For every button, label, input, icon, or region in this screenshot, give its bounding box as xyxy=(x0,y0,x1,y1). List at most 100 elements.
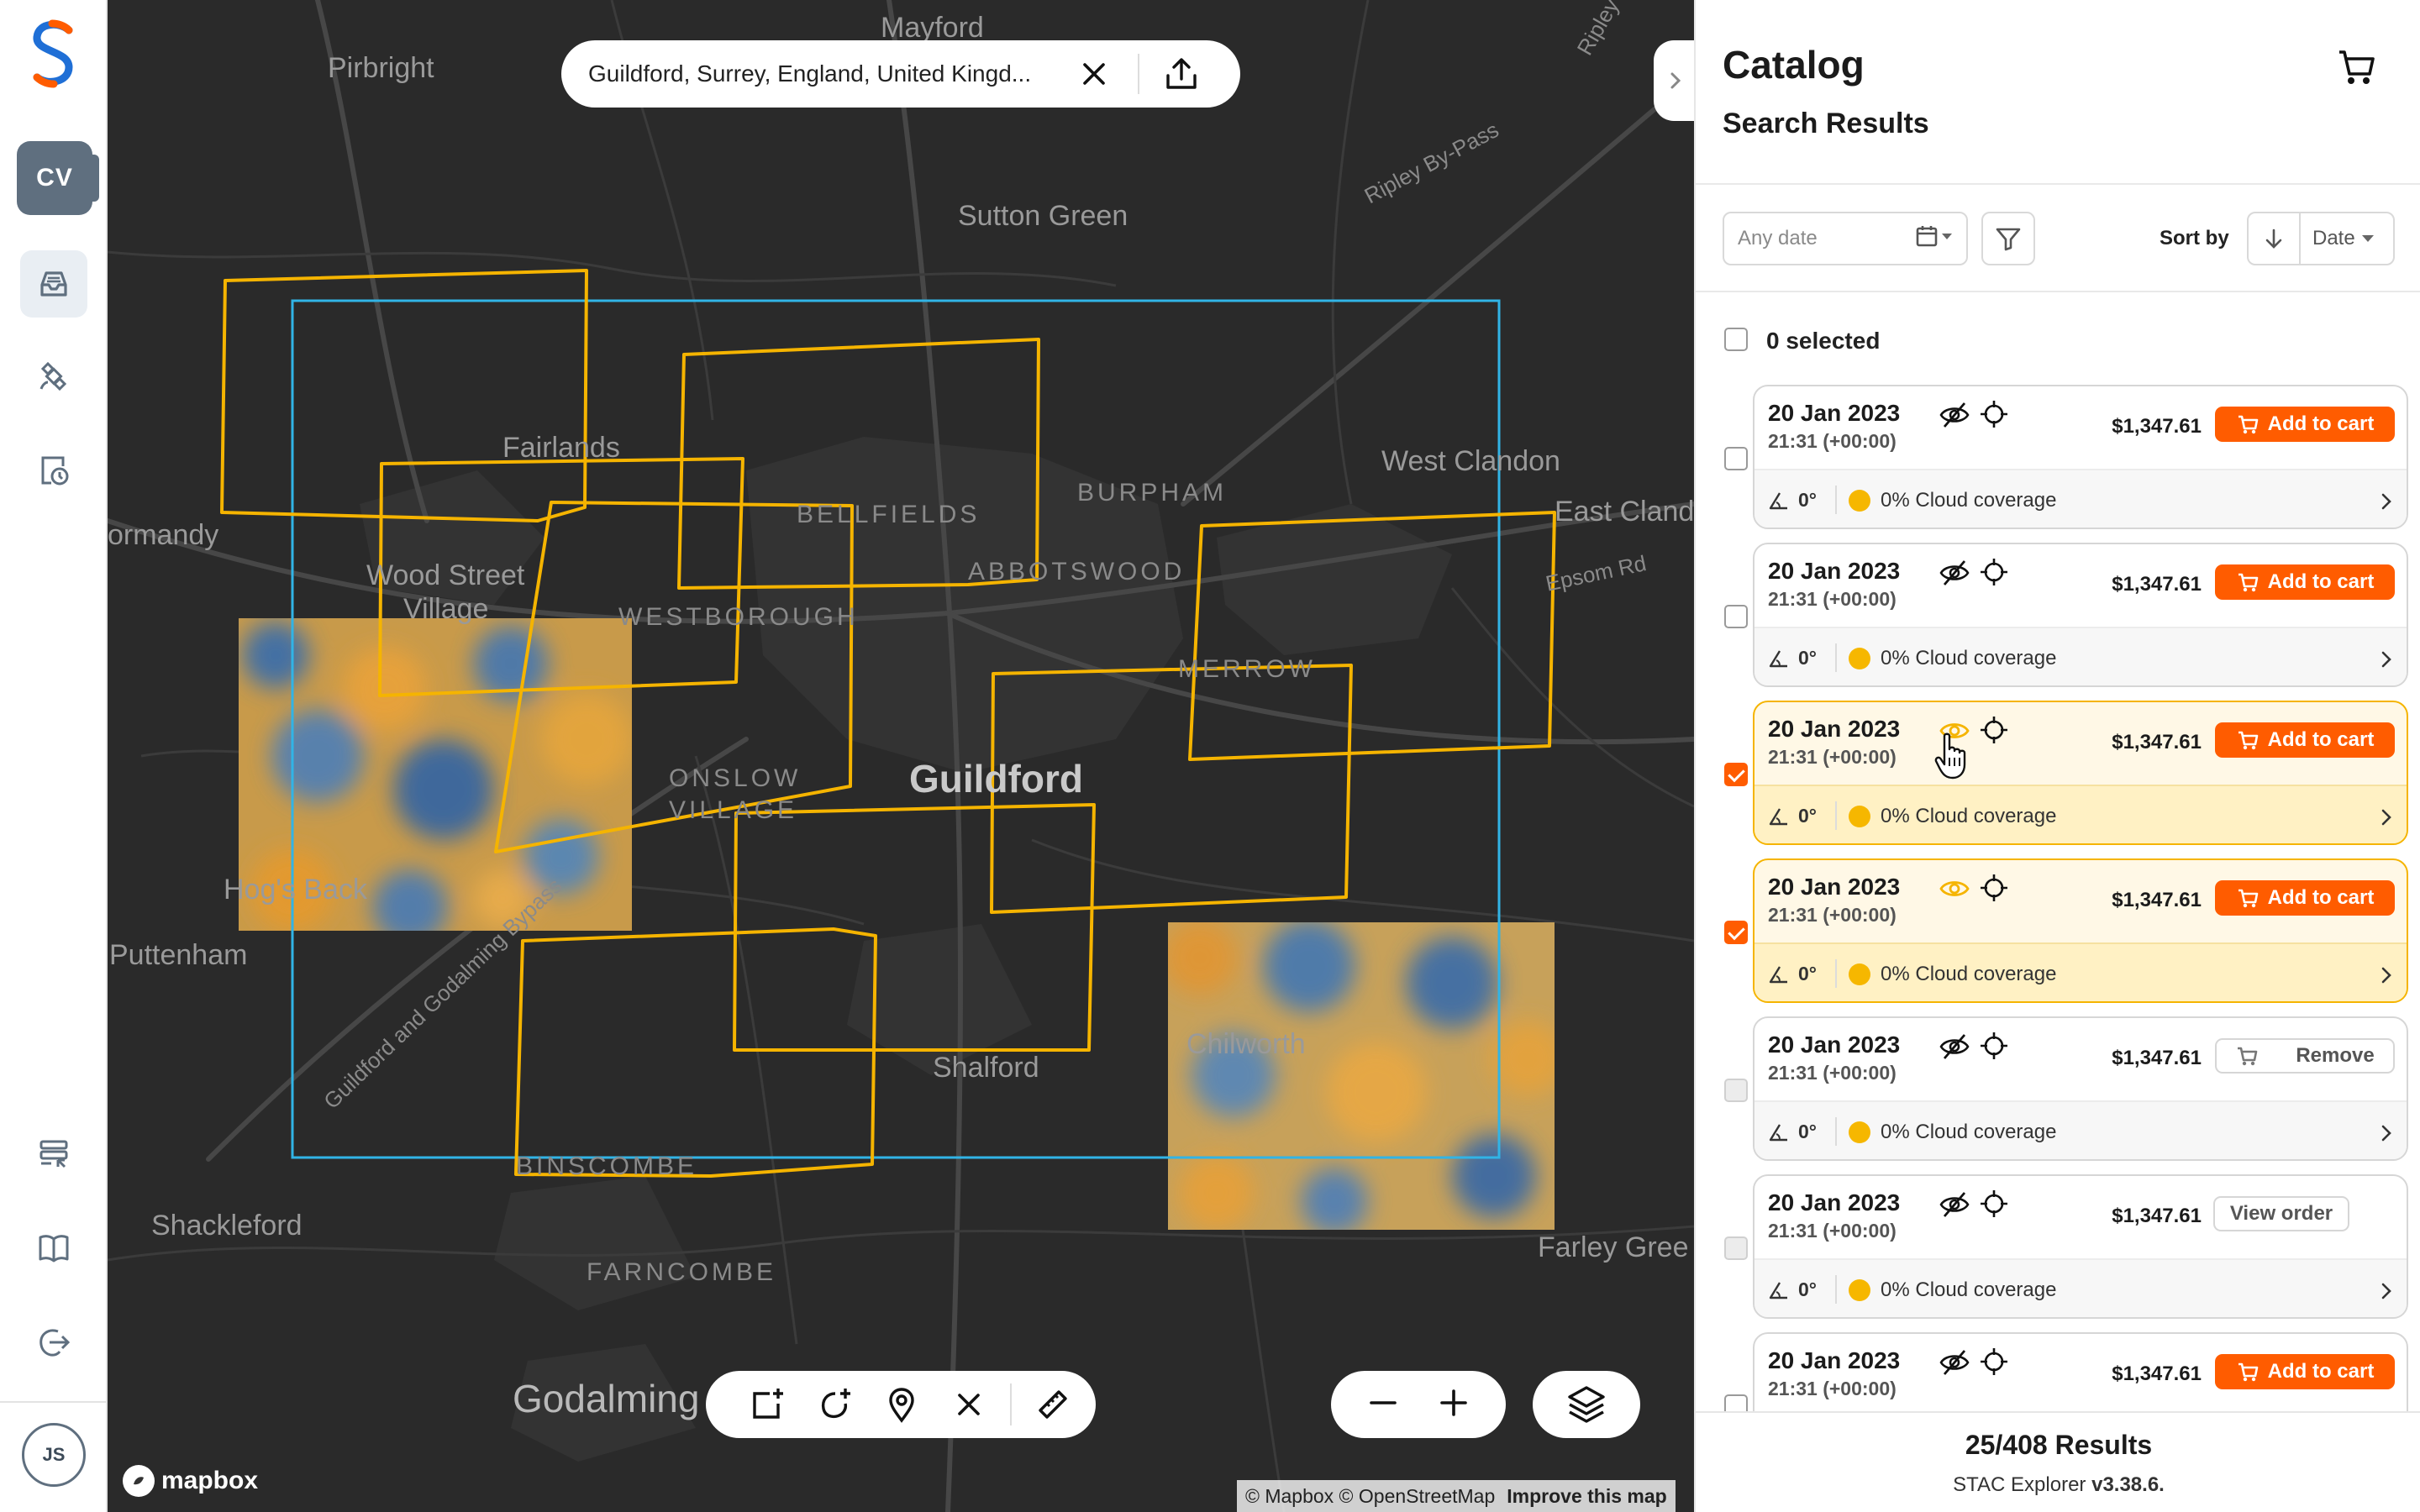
map-canvas[interactable]: Mayford Pirbright Sutton Green Ripley By… xyxy=(108,0,1694,1512)
chevron-right-icon[interactable] xyxy=(2378,964,2395,986)
draw-polygon-button[interactable] xyxy=(808,1378,860,1431)
date-filter[interactable]: Any date xyxy=(1723,212,1968,265)
cart-icon xyxy=(2238,1362,2258,1382)
eye-off-icon[interactable] xyxy=(1938,400,1971,430)
mapbox-logo[interactable]: mapbox xyxy=(123,1465,258,1497)
place-label: Fairlands xyxy=(502,432,620,464)
result-checkbox[interactable] xyxy=(1724,447,1748,470)
result-card[interactable]: 20 Jan 2023 21:31 (+00:00) $1,347.61 Add to… xyxy=(1753,858,2408,1003)
result-checkbox[interactable] xyxy=(1724,1394,1748,1411)
search-input[interactable]: Guildford, Surrey, England, United Kingd… xyxy=(588,60,1059,87)
user-initials: JS xyxy=(42,1444,66,1465)
result-details[interactable]: 0° 0% Cloud coverage xyxy=(1754,785,2407,843)
crosshair-icon[interactable] xyxy=(1978,556,2010,588)
eye-off-icon[interactable] xyxy=(1938,1189,1971,1220)
add-to-cart-button[interactable]: Add to cart xyxy=(2215,722,2395,758)
eye-icon[interactable] xyxy=(1938,874,1971,904)
sort-direction-button[interactable] xyxy=(2249,213,2301,264)
improve-map-link[interactable]: Improve this map xyxy=(1507,1485,1666,1508)
cloud-dot-icon xyxy=(1849,648,1870,669)
place-label: Puttenham xyxy=(109,939,248,971)
place-label: Shalford xyxy=(933,1052,1039,1084)
select-all-checkbox[interactable] xyxy=(1724,328,1748,351)
result-details[interactable]: 0° 0% Cloud coverage xyxy=(1754,469,2407,528)
cart-button[interactable] xyxy=(2334,45,2378,89)
add-to-cart-button[interactable]: Add to cart xyxy=(2215,564,2395,600)
filter-button[interactable] xyxy=(1981,212,2035,265)
drop-pin-button[interactable] xyxy=(876,1378,928,1431)
nav-item-logout[interactable] xyxy=(20,1309,87,1376)
result-card[interactable]: 20 Jan 2023 21:31 (+00:00) $1,347.61 Add to… xyxy=(1753,701,2408,845)
cloud-dot-icon xyxy=(1849,1121,1870,1143)
result-checkbox[interactable] xyxy=(1724,921,1748,944)
off-nadir-angle: 0° xyxy=(1768,489,1817,512)
chevron-right-icon[interactable] xyxy=(2378,648,2395,670)
place-label: Wood Street xyxy=(366,559,525,591)
app-logo[interactable] xyxy=(27,18,81,89)
crosshair-icon[interactable] xyxy=(1978,872,2010,904)
layers-button[interactable] xyxy=(1533,1371,1640,1438)
action-label: Remove xyxy=(2296,1044,2375,1067)
result-checkbox[interactable] xyxy=(1724,763,1748,786)
result-card[interactable]: 20 Jan 2023 21:31 (+00:00) $1,347.61 Add to… xyxy=(1753,1332,2408,1411)
nav-item-catalog[interactable] xyxy=(20,250,87,318)
acquisition-time: 21:31 (+00:00) xyxy=(1768,1220,1897,1242)
minus-icon xyxy=(1370,1400,1397,1404)
chevron-down-icon xyxy=(1942,234,1952,239)
nav-item-docs[interactable] xyxy=(20,1215,87,1282)
result-details[interactable]: 0° 0% Cloud coverage xyxy=(1754,627,2407,685)
district-label: WESTBOROUGH xyxy=(618,603,859,631)
crosshair-icon[interactable] xyxy=(1978,398,2010,430)
nav-item-tasking[interactable] xyxy=(20,343,87,410)
eye-off-icon[interactable] xyxy=(1938,1347,1971,1378)
chevron-right-icon[interactable] xyxy=(2378,1122,2395,1144)
result-checkbox[interactable] xyxy=(1724,605,1748,628)
crosshair-icon[interactable] xyxy=(1978,1030,2010,1062)
add-to-cart-button[interactable]: Add to cart xyxy=(2215,1354,2395,1389)
result-card[interactable]: 20 Jan 2023 21:31 (+00:00) $1,347.61 Remove… xyxy=(1753,1016,2408,1161)
nav-item-orders[interactable] xyxy=(20,437,87,504)
view-order-button[interactable]: View order xyxy=(2213,1196,2349,1231)
sort-field-select[interactable]: Date xyxy=(2301,213,2393,264)
district-label: BELLFIELDS xyxy=(797,501,981,528)
measure-button[interactable] xyxy=(1027,1378,1079,1431)
angle-icon xyxy=(1769,1123,1787,1141)
user-avatar[interactable]: JS xyxy=(22,1423,86,1487)
cloud-coverage: 0% Cloud coverage xyxy=(1849,647,2056,670)
crosshair-icon[interactable] xyxy=(1978,714,2010,746)
place-label: West Clandon xyxy=(1381,445,1560,477)
chevron-right-icon[interactable] xyxy=(2378,491,2395,512)
detail-divider xyxy=(1835,486,1837,514)
zoom-in-button[interactable] xyxy=(1435,1384,1472,1425)
result-details[interactable]: 0° 0% Cloud coverage xyxy=(1754,1100,2407,1159)
result-details[interactable]: 0° 0% Cloud coverage xyxy=(1754,942,2407,1001)
workspace-badge[interactable]: CV xyxy=(17,141,99,215)
crosshair-icon[interactable] xyxy=(1978,1346,2010,1378)
clear-drawing-icon xyxy=(958,1394,980,1415)
crosshair-icon[interactable] xyxy=(1978,1188,2010,1220)
stac-explorer-app: CV JS Mayford Pirbright Sutton Green Rip… xyxy=(0,0,2420,1512)
add-to-cart-button[interactable]: Add to cart xyxy=(2215,407,2395,442)
upload-aoi-button[interactable] xyxy=(1156,49,1207,99)
collapse-panel-button[interactable] xyxy=(1654,40,1694,121)
nav-item-selection[interactable] xyxy=(20,1121,87,1188)
result-details[interactable]: 0° 0% Cloud coverage xyxy=(1754,1258,2407,1317)
location-search[interactable]: Guildford, Surrey, England, United Kingd… xyxy=(561,40,1240,108)
date-picker-toggle[interactable] xyxy=(1914,223,1954,249)
action-label: Add to cart xyxy=(2267,728,2375,751)
zoom-out-button[interactable] xyxy=(1365,1384,1402,1425)
eye-off-icon[interactable] xyxy=(1938,1032,1971,1062)
remove-from-cart-button[interactable]: Remove xyxy=(2215,1038,2395,1074)
result-card[interactable]: 20 Jan 2023 21:31 (+00:00) $1,347.61 Add to… xyxy=(1753,543,2408,687)
result-card[interactable]: 20 Jan 2023 21:31 (+00:00) $1,347.61 View o… xyxy=(1753,1174,2408,1319)
result-card[interactable]: 20 Jan 2023 21:31 (+00:00) $1,347.61 Add to… xyxy=(1753,385,2408,529)
chevron-right-icon[interactable] xyxy=(2378,1280,2395,1302)
clear-drawing-button[interactable] xyxy=(943,1378,995,1431)
angle-value: 0° xyxy=(1798,489,1817,511)
chevron-right-icon[interactable] xyxy=(2378,806,2395,828)
eye-off-icon[interactable] xyxy=(1938,558,1971,588)
add-to-cart-button[interactable]: Add to cart xyxy=(2215,880,2395,916)
clear-search-button[interactable] xyxy=(1069,49,1119,99)
drop-pin-icon xyxy=(889,1388,914,1423)
draw-rectangle-button[interactable] xyxy=(741,1378,793,1431)
